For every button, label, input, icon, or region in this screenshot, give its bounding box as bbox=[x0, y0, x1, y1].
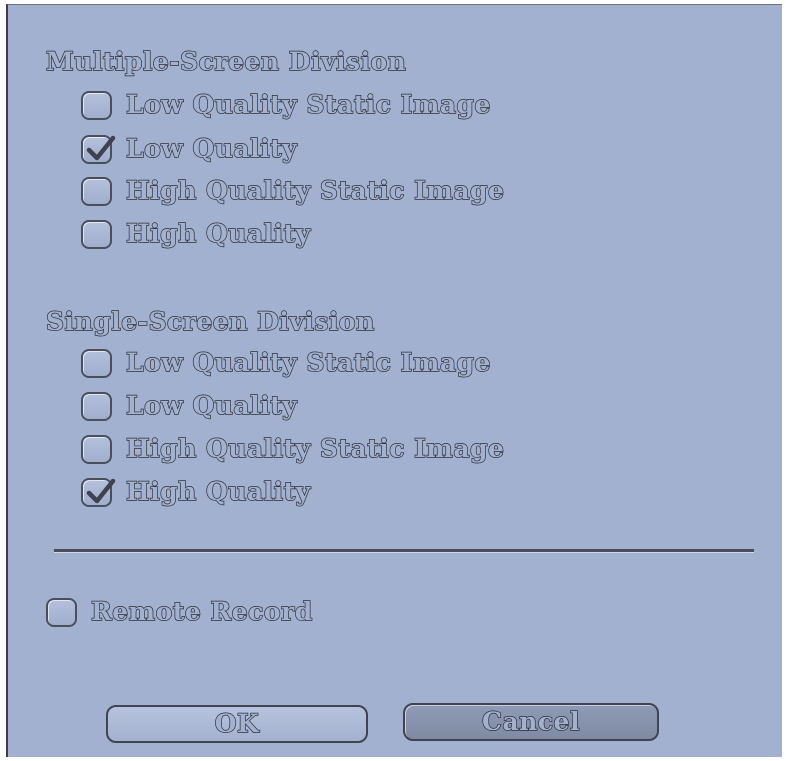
single-screen-section-title: Single-Screen Division bbox=[45, 306, 375, 336]
checkbox[interactable] bbox=[81, 91, 112, 120]
checkbox[interactable] bbox=[81, 392, 112, 421]
ok-button[interactable]: OK bbox=[106, 705, 368, 743]
multi-screen-section-title: Multiple-Screen Division bbox=[45, 46, 407, 76]
option-label: High Quality Static Image bbox=[125, 175, 505, 205]
cancel-button-label: Cancel bbox=[481, 706, 580, 736]
checkmark-icon bbox=[86, 478, 116, 504]
checkbox[interactable] bbox=[81, 177, 112, 206]
cancel-button[interactable]: Cancel bbox=[403, 703, 659, 741]
option-label: Low Quality Static Image bbox=[125, 347, 491, 377]
checkbox[interactable] bbox=[81, 220, 112, 249]
section-divider bbox=[54, 549, 754, 553]
option-label: Remote Record bbox=[90, 596, 313, 626]
checkbox[interactable] bbox=[81, 435, 112, 464]
option-label: High Quality Static Image bbox=[125, 433, 505, 463]
checkbox[interactable] bbox=[46, 598, 77, 627]
checkbox[interactable] bbox=[81, 349, 112, 378]
checkbox-checked[interactable] bbox=[81, 135, 116, 164]
option-label: Low Quality bbox=[125, 133, 298, 163]
record-settings-dialog: Multiple-Screen Division Low Quality Sta… bbox=[6, 4, 782, 757]
option-label: High Quality bbox=[125, 218, 311, 248]
ok-button-label: OK bbox=[214, 708, 260, 738]
checkbox-checked[interactable] bbox=[81, 478, 116, 507]
option-label: Low Quality Static Image bbox=[125, 89, 491, 119]
checkmark-icon bbox=[86, 135, 116, 161]
option-label: High Quality bbox=[125, 476, 311, 506]
option-label: Low Quality bbox=[125, 390, 298, 420]
